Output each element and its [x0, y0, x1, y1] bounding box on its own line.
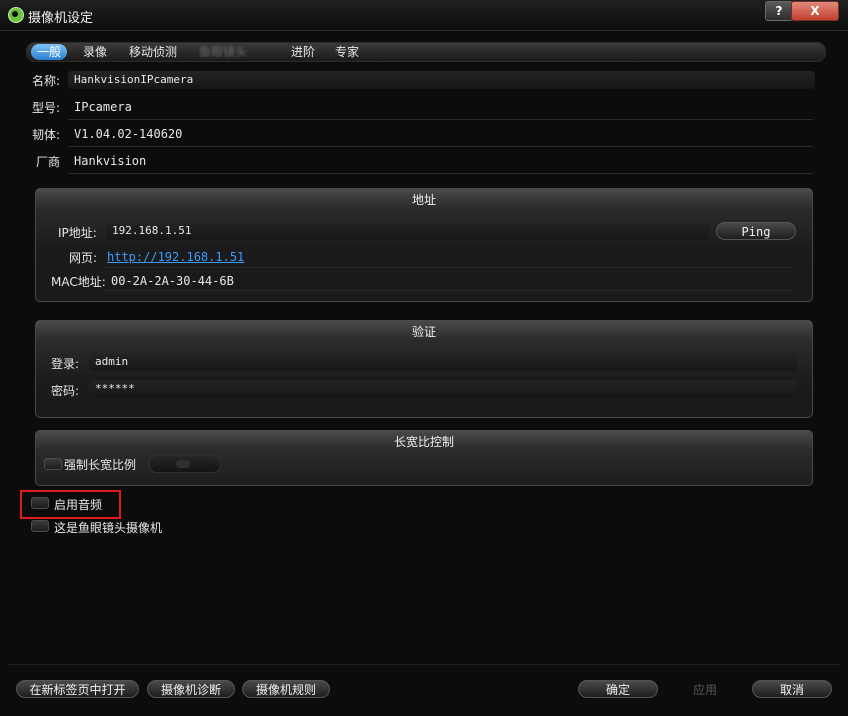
app-logo-icon: [8, 7, 24, 23]
ip-field[interactable]: 192.168.1.51: [106, 222, 709, 240]
model-value: IPcamera: [74, 100, 132, 114]
tab-bar: 一般 录像 移动侦测 鱼眼镜头 进阶 专家: [26, 42, 826, 62]
web-link[interactable]: http://192.168.1.51: [107, 250, 244, 264]
tab-fisheye[interactable]: 鱼眼镜头: [193, 44, 253, 60]
address-panel: 地址 IP地址: 192.168.1.51 Ping 网页: http://19…: [35, 188, 813, 302]
divider: [68, 146, 813, 147]
tab-advanced[interactable]: 进阶: [285, 44, 321, 60]
password-label: 密码:: [51, 384, 80, 398]
title-bar: 摄像机设定 ? X: [0, 0, 848, 31]
auth-panel-title: 验证: [411, 325, 436, 339]
camera-rules-button[interactable]: 摄像机规则: [242, 680, 330, 698]
tab-motion-detection[interactable]: 移动侦测: [123, 44, 183, 60]
login-field[interactable]: admin: [89, 353, 797, 371]
cancel-button[interactable]: 取消: [752, 680, 832, 698]
login-label: 登录:: [51, 357, 80, 371]
ping-button[interactable]: Ping: [716, 222, 796, 240]
window-title: 摄像机设定: [28, 11, 94, 26]
force-aspect-label: 强制长宽比例: [64, 458, 137, 472]
divider: [102, 267, 794, 268]
vendor-value: Hankvision: [74, 154, 147, 168]
vendor-label: 厂商: [36, 155, 61, 169]
fisheye-checkbox[interactable]: [31, 520, 49, 532]
footer-divider: [8, 664, 840, 665]
mac-label: MAC地址:: [51, 275, 106, 289]
divider: [102, 290, 794, 291]
firmware-label: 韧体:: [32, 128, 61, 142]
tab-recording[interactable]: 录像: [77, 44, 113, 60]
ok-button[interactable]: 确定: [578, 680, 658, 698]
help-button[interactable]: ?: [765, 1, 793, 21]
auth-panel: 验证 登录: admin 密码: ******: [35, 320, 813, 418]
fisheye-label: 这是鱼眼镜头摄像机: [54, 521, 163, 535]
name-field[interactable]: HankvisionIPcamera: [68, 71, 815, 89]
enable-audio-checkbox[interactable]: [31, 497, 49, 509]
force-aspect-checkbox[interactable]: [44, 458, 62, 470]
camera-diagnose-button[interactable]: 摄像机诊断: [147, 680, 235, 698]
close-button[interactable]: X: [791, 1, 839, 21]
ip-label: IP地址:: [58, 226, 97, 240]
tab-general[interactable]: 一般: [31, 44, 68, 60]
enable-audio-label: 启用音频: [54, 498, 103, 512]
aspect-panel-title: 长宽比控制: [393, 435, 454, 449]
password-field[interactable]: ******: [89, 380, 797, 398]
firmware-value: V1.04.02-140620: [74, 127, 183, 141]
select-knob-icon: [176, 460, 190, 468]
aspect-ratio-select[interactable]: [149, 455, 221, 473]
divider: [68, 173, 813, 174]
divider: [68, 119, 813, 120]
model-label: 型号:: [32, 101, 61, 115]
open-in-new-tab-button[interactable]: 在新标签页中打开: [16, 680, 139, 698]
apply-button[interactable]: 应用: [665, 680, 745, 698]
tab-expert[interactable]: 专家: [329, 44, 365, 60]
name-label: 名称:: [32, 74, 61, 88]
address-panel-title: 地址: [411, 193, 436, 207]
mac-value: 00-2A-2A-30-44-6B: [111, 274, 234, 288]
web-label: 网页:: [69, 251, 98, 265]
aspect-panel: 长宽比控制 强制长宽比例: [35, 430, 813, 486]
